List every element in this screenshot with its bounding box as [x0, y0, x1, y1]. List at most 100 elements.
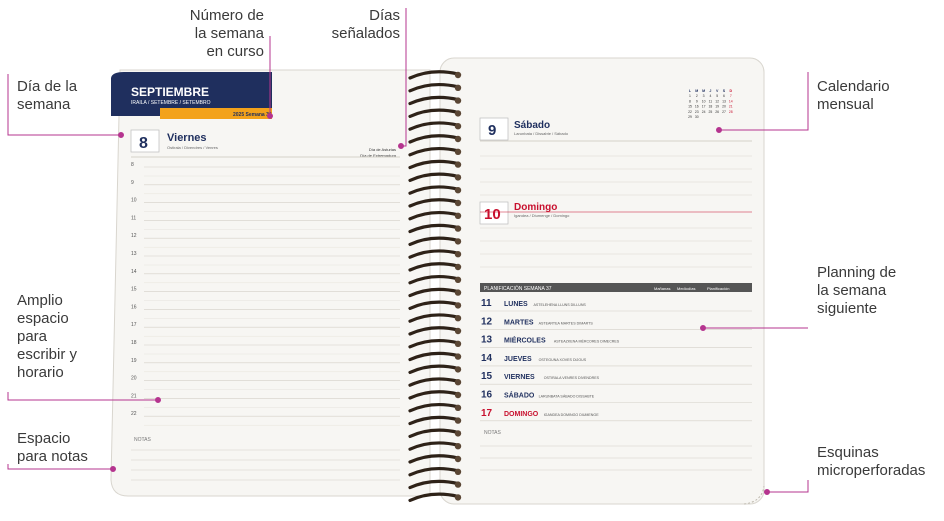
calendar-day: 2	[696, 94, 698, 98]
calendar-day: 30	[695, 115, 699, 119]
planning-day-name: VIERNES	[504, 374, 535, 381]
label-writing-space-line: espacio	[17, 310, 69, 327]
spiral-hole	[454, 289, 462, 296]
spiral-hole	[454, 391, 462, 399]
spiral-hole	[454, 443, 462, 450]
planning-day-number: 13	[481, 335, 493, 346]
hour-label: 11	[131, 215, 136, 221]
spiral-hole	[454, 212, 462, 219]
leader-monthly-calendar-dot	[716, 127, 722, 133]
planning-day-name: JUEVES	[504, 356, 532, 363]
hour-label: 18	[131, 340, 137, 346]
calendar-day: 1	[689, 94, 691, 98]
calendar-weekday: D	[729, 89, 732, 93]
planning-day-number: 16	[481, 390, 493, 401]
hour-label: 15	[131, 287, 137, 293]
planning-day-number: 14	[481, 353, 493, 364]
label-planning: Planning de la semana siguiente	[817, 264, 937, 318]
label-marked-days-line: señalados	[331, 25, 400, 42]
calendar-day: 3	[703, 94, 705, 98]
planning-day-translations: IGANDEA DOMINGO DIUMENGE	[544, 413, 600, 417]
calendar-day: 9	[696, 99, 698, 103]
label-week-number-line: Número de	[189, 7, 264, 24]
planning-day-translations: OSTIRALA VENRES DIVENDRES	[544, 376, 600, 380]
spiral-hole	[454, 276, 462, 283]
calendar-day: 23	[695, 110, 699, 114]
label-weekday: Día de la semana	[17, 78, 117, 114]
label-writing-space-line: horario	[17, 364, 64, 381]
label-perforated-line: Esquinas	[817, 444, 879, 461]
label-week-number-line: la semana	[194, 25, 264, 42]
calendar-day: 14	[729, 99, 733, 103]
spiral-hole	[454, 417, 462, 424]
hour-label: 22	[131, 411, 137, 417]
hour-label: 20	[131, 376, 137, 382]
planner-illustration: SEPTIEMBRE IRAILA / SETEMBRE / SETEMBRO …	[7, 8, 809, 505]
calendar-day: 19	[715, 105, 719, 109]
label-marked-days: Días señalados	[310, 7, 400, 43]
calendar-day: 11	[709, 99, 713, 103]
planning-day-number: 17	[481, 408, 493, 419]
spiral-hole	[454, 174, 462, 181]
planning-title: PLANIFICACIÓN SEMANA 37	[484, 285, 552, 292]
planning-day-translations: ASTEARTEA MARTES DIMARTS	[539, 321, 594, 325]
sun-name: Domingo	[514, 202, 557, 213]
label-marked-days-line: Días	[369, 7, 400, 24]
calendar-day: 20	[722, 105, 726, 109]
planning-day-translations: LARUNBATA SÁBADO DISSABTE	[539, 395, 595, 399]
hour-label: 9	[131, 180, 134, 186]
label-perforated-line: microperforadas	[817, 462, 926, 479]
calendar-day: 6	[723, 94, 725, 98]
leader-perforated-dot	[764, 489, 770, 495]
spiral-hole	[454, 110, 462, 117]
label-planning-line: la semana	[817, 282, 887, 299]
calendar-day: 17	[702, 105, 706, 109]
label-notes-space: Espacio para notas	[17, 430, 117, 466]
hour-label: 19	[131, 358, 137, 364]
calendar-day: 27	[722, 110, 726, 114]
leader-marked-days-dot	[398, 143, 404, 149]
calendar-day: 5	[716, 94, 718, 98]
sat-translations: Larunbata / Dissabte / Sábado	[514, 131, 569, 136]
sun-translations: Igandea / Diumenge / Domingo	[514, 213, 570, 218]
calendar-day: 12	[715, 99, 719, 103]
calendar-day: 29	[688, 115, 692, 119]
calendar-day: 10	[702, 99, 706, 103]
planning-day-translations: ASTELEHENA LLUNS DILLUNS	[534, 303, 587, 307]
hour-label: 8	[131, 162, 134, 168]
label-writing-space-line: Amplio	[17, 292, 63, 309]
spiral-hole	[454, 238, 462, 245]
calendar-day: 24	[702, 110, 706, 114]
day-name: Viernes	[167, 132, 207, 144]
label-week-number: Número de la semana en curso	[150, 7, 264, 61]
label-week-number-line: en curso	[206, 43, 264, 60]
hour-label: 13	[131, 251, 137, 257]
spiral-hole	[454, 315, 462, 322]
label-notes-space-line: para notas	[17, 448, 88, 465]
label-planning-line: Planning de	[817, 264, 897, 281]
sun-number: 10	[484, 206, 501, 223]
label-weekday-line: Día de la	[17, 78, 78, 95]
planning-day-name: DOMINGO	[504, 411, 539, 418]
spiral-hole	[454, 468, 462, 475]
hour-label: 16	[131, 304, 137, 310]
spiral-hole	[454, 494, 462, 501]
spiral-hole	[454, 97, 462, 104]
planning-col-3: Planificación	[707, 286, 729, 291]
marked-day-1: Día de Asturias	[369, 147, 396, 152]
calendar-day: 25	[709, 110, 713, 114]
calendar-weekday: J	[709, 89, 711, 93]
spiral-hole	[454, 71, 462, 79]
leader-writing-space-dot	[155, 397, 161, 403]
spiral-hole	[454, 404, 462, 411]
hour-label: 10	[131, 198, 137, 204]
hour-label: 17	[131, 322, 137, 328]
leader-perforated	[767, 480, 809, 493]
spiral-hole	[454, 225, 462, 232]
calendar-day: 18	[709, 105, 713, 109]
spiral-hole	[454, 148, 462, 155]
year-week: 2025 Semana 36	[233, 112, 272, 118]
label-notes-space-line: Espacio	[17, 430, 71, 447]
calendar-day: 8	[689, 99, 691, 103]
leader-weekday-dot	[118, 132, 124, 138]
